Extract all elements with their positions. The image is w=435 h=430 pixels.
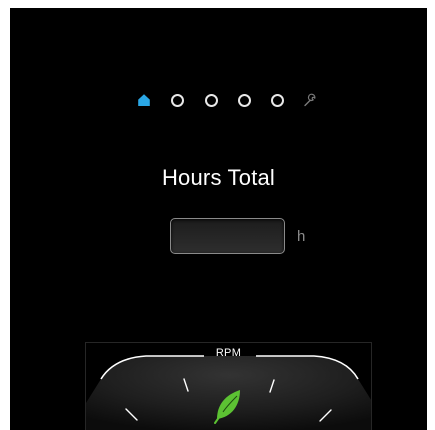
page-dot-5[interactable] <box>267 90 287 110</box>
page-dot-2[interactable] <box>167 90 187 110</box>
page-dot-4[interactable] <box>234 90 254 110</box>
home-page-button[interactable] <box>134 90 154 110</box>
settings-page-button[interactable] <box>300 90 320 110</box>
hours-unit-label: h <box>297 228 306 245</box>
page-dot-icon <box>270 93 284 107</box>
page-dot-icon <box>237 93 251 107</box>
hours-total-field[interactable] <box>170 218 285 254</box>
wrench-icon <box>304 93 316 107</box>
rpm-label: RPM <box>215 347 242 359</box>
home-icon <box>138 94 150 106</box>
page-dot-icon <box>204 93 218 107</box>
page-indicator <box>10 90 427 110</box>
page-title: Hours Total <box>161 165 276 190</box>
app-screen: Hours Total h RPM <box>10 8 427 430</box>
page-dot-3[interactable] <box>201 90 221 110</box>
page-dot-icon <box>170 93 184 107</box>
rpm-gauge: RPM <box>85 342 372 430</box>
